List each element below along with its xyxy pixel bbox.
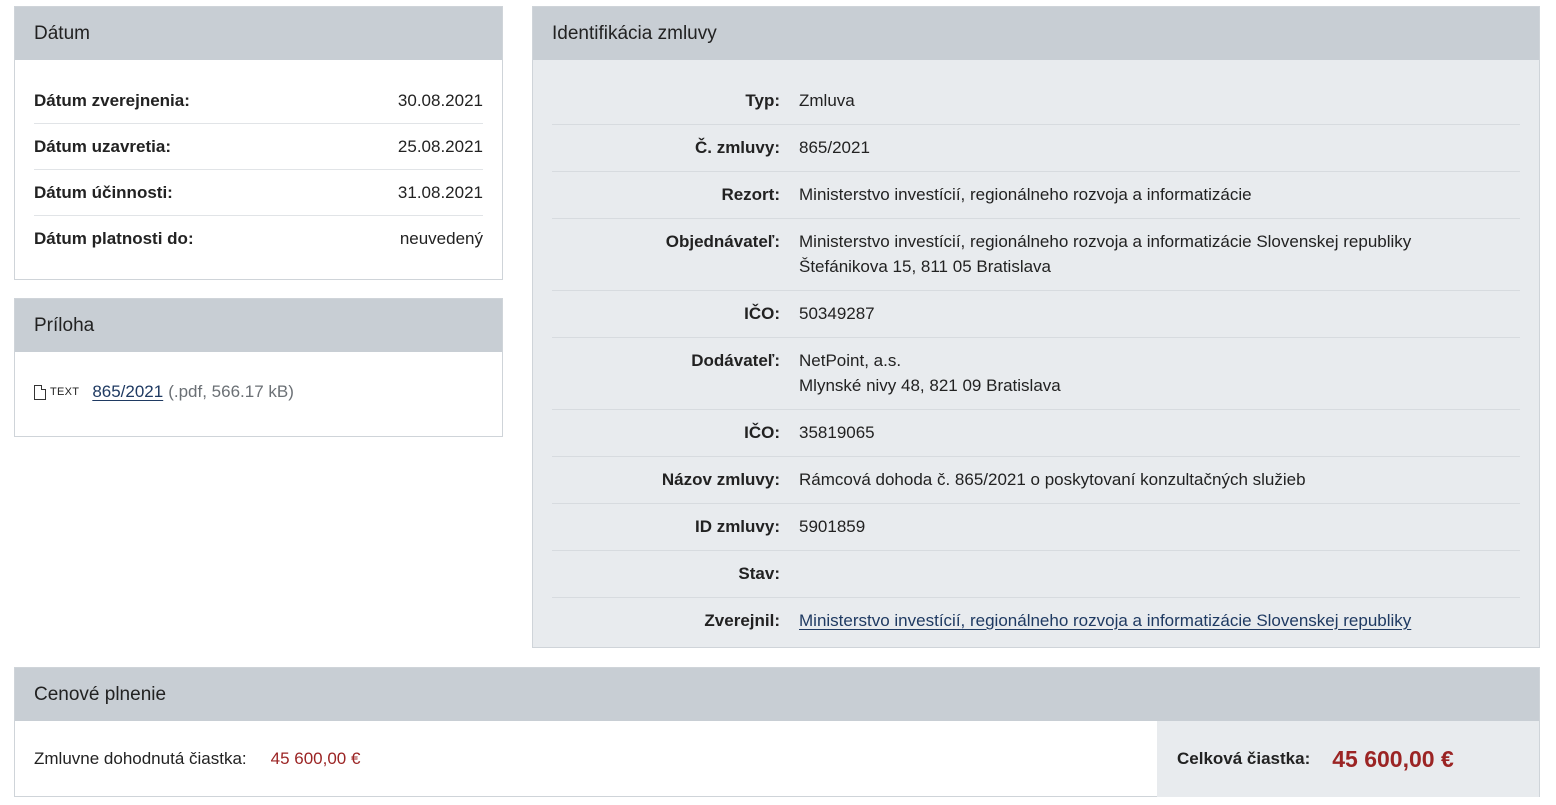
agreed-amount-value: 45 600,00 € xyxy=(270,749,361,768)
total-amount-label: Celková čiastka: xyxy=(1177,749,1311,768)
datum-title: Dátum xyxy=(15,7,502,60)
identifikacia-list: Typ: Zmluva Č. zmluvy: 865/2021 Rezort: … xyxy=(533,60,1539,644)
ident-row-ico: IČO: 35819065 xyxy=(552,410,1520,457)
identifikacia-panel: Identifikácia zmluvy Typ: Zmluva Č. zmlu… xyxy=(532,6,1540,648)
priloha-panel: Príloha TEXT 865/2021 (.pdf, 566.17 kB) xyxy=(14,298,503,437)
ident-value: 50349287 xyxy=(799,304,875,323)
ident-row-id: ID zmluvy: 5901859 xyxy=(552,504,1520,551)
attachment-link[interactable]: 865/2021 xyxy=(92,382,163,402)
ident-row-typ: Typ: Zmluva xyxy=(552,78,1520,125)
ident-row-cislo: Č. zmluvy: 865/2021 xyxy=(552,125,1520,172)
ident-value: Ministerstvo investícií, regionálneho ro… xyxy=(799,229,1411,279)
datum-list: Dátum zverejnenia: 30.08.2021 Dátum uzav… xyxy=(15,60,502,261)
agreed-amount-label: Zmluvne dohodnutá čiastka: xyxy=(34,749,247,768)
ident-value: 35819065 xyxy=(799,423,875,442)
objednavatel-address: Štefánikova 15, 811 05 Bratislava xyxy=(799,257,1052,276)
cenove-plnenie-panel: Cenové plnenie Zmluvne dohodnutá čiastka… xyxy=(14,667,1540,797)
ident-value: Rámcová dohoda č. 865/2021 o poskytovaní… xyxy=(799,470,1306,489)
ident-label: Názov zmluvy: xyxy=(661,470,780,489)
ident-label: IČO: xyxy=(744,304,780,323)
objednavatel-name: Ministerstvo investícií, regionálneho ro… xyxy=(799,232,1412,251)
priloha-title: Príloha xyxy=(15,299,502,352)
ident-label: Č. zmluvy: xyxy=(694,138,780,157)
pdf-file-icon xyxy=(34,384,46,400)
datum-row: Dátum uzavretia: 25.08.2021 xyxy=(34,124,483,170)
datum-value: neuvedený xyxy=(399,228,483,248)
ident-label: Dodávateľ: xyxy=(691,351,780,370)
datum-label: Dátum platnosti do: xyxy=(34,228,194,248)
ident-value: Ministerstvo investícií, regionálneho ro… xyxy=(799,185,1252,204)
ident-label: Rezort: xyxy=(721,185,780,204)
attachment-item: TEXT 865/2021 (.pdf, 566.17 kB) xyxy=(15,352,502,432)
attachment-type-tag: TEXT xyxy=(50,386,80,398)
ident-value: 5901859 xyxy=(799,517,866,536)
ident-row-dodavatel: Dodávateľ: NetPoint, a.s. Mlynské nivy 4… xyxy=(552,338,1520,410)
datum-label: Dátum zverejnenia: xyxy=(34,90,190,110)
ident-value: Ministerstvo investícií, regionálneho ro… xyxy=(799,608,1411,633)
total-amount-box: Celková čiastka: 45 600,00 € xyxy=(1157,721,1539,797)
ident-label: Typ: xyxy=(745,91,780,110)
datum-label: Dátum uzavretia: xyxy=(34,136,171,156)
ident-label: IČO: xyxy=(744,423,780,442)
datum-value: 31.08.2021 xyxy=(397,182,483,202)
dodavatel-name: NetPoint, a.s. xyxy=(799,351,902,370)
datum-row: Dátum účinnosti: 31.08.2021 xyxy=(34,170,483,216)
datum-value: 25.08.2021 xyxy=(397,136,483,156)
ident-label: Objednávateľ: xyxy=(665,232,780,251)
ident-label: Stav: xyxy=(738,564,780,583)
attachment-meta: (.pdf, 566.17 kB) xyxy=(168,382,294,401)
cena-title: Cenové plnenie xyxy=(15,668,1539,721)
agreed-amount-row: Zmluvne dohodnutá čiastka: 45 600,00 € xyxy=(15,721,1157,797)
cena-body: Zmluvne dohodnutá čiastka: 45 600,00 € C… xyxy=(15,721,1539,797)
datum-panel: Dátum Dátum zverejnenia: 30.08.2021 Dátu… xyxy=(14,6,503,280)
ident-label: Zverejnil: xyxy=(704,611,780,630)
identifikacia-title: Identifikácia zmluvy xyxy=(533,7,1539,60)
ident-value: Zmluva xyxy=(799,91,855,110)
total-amount-value: 45 600,00 € xyxy=(1332,745,1454,772)
datum-row: Dátum platnosti do: neuvedený xyxy=(34,216,483,261)
datum-label: Dátum účinnosti: xyxy=(34,182,173,202)
datum-row: Dátum zverejnenia: 30.08.2021 xyxy=(34,78,483,124)
ident-value: NetPoint, a.s. Mlynské nivy 48, 821 09 B… xyxy=(799,348,1061,398)
ident-row-ico: IČO: 50349287 xyxy=(552,291,1520,338)
datum-value: 30.08.2021 xyxy=(397,90,483,110)
ident-row-stav: Stav: xyxy=(552,551,1520,598)
ident-value: 865/2021 xyxy=(799,138,870,157)
ident-row-nazov: Názov zmluvy: Rámcová dohoda č. 865/2021… xyxy=(552,457,1520,504)
zverejnil-link[interactable]: Ministerstvo investícií, regionálneho ro… xyxy=(799,611,1411,630)
ident-row-rezort: Rezort: Ministerstvo investícií, regioná… xyxy=(552,172,1520,219)
dodavatel-address: Mlynské nivy 48, 821 09 Bratislava xyxy=(799,376,1061,395)
ident-row-objednavatel: Objednávateľ: Ministerstvo investícií, r… xyxy=(552,219,1520,291)
ident-row-zverejnil: Zverejnil: Ministerstvo investícií, regi… xyxy=(552,598,1520,644)
ident-label: ID zmluvy: xyxy=(694,517,780,536)
